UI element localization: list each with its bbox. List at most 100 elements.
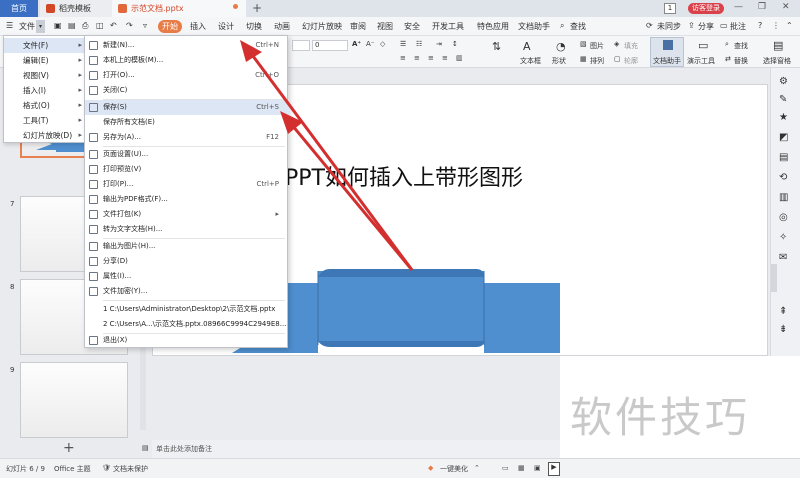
format-icon[interactable]: ✎ xyxy=(779,94,792,107)
menu-new[interactable]: 新建(N)... Ctrl+N xyxy=(85,38,289,53)
menu-item-label: 转为文字文档(H)... xyxy=(103,225,163,233)
menu-item-label: 文件(F) xyxy=(23,41,49,50)
scroll-up-icon[interactable]: ⇞ xyxy=(779,306,792,319)
layout-icon[interactable]: ▤ xyxy=(779,152,792,165)
menu-item-label: 插入(I) xyxy=(23,86,47,95)
sorter-view-icon[interactable]: ▦ xyxy=(518,464,525,472)
menu-save-as[interactable]: 另存为(A)... F12 xyxy=(85,130,289,145)
menu-share[interactable]: 分享(D) xyxy=(85,254,289,269)
menu-package[interactable]: 文件打包(K) ▸ xyxy=(85,207,289,222)
menu-item-label: 输出为图片(H)... xyxy=(103,242,156,250)
protect-icon: 🛡 xyxy=(102,464,111,472)
lock-icon xyxy=(89,287,98,296)
submenu-arrow-icon: ▸ xyxy=(78,71,82,79)
menu-open[interactable]: 打开(O)... Ctrl+O xyxy=(85,68,289,83)
menu-print-preview[interactable]: 打印预览(V) xyxy=(85,162,289,177)
vertical-scrollbar[interactable] xyxy=(771,264,777,292)
menu-export-pdf[interactable]: 输出为PDF格式(F)... xyxy=(85,192,289,207)
submenu-arrow-icon: ▸ xyxy=(275,210,279,218)
text-doc-icon xyxy=(89,225,98,234)
menu-item-slideshow[interactable]: 幻灯片放映(D) ▸ xyxy=(4,128,86,143)
package-icon xyxy=(89,210,98,219)
menu-item-format[interactable]: 格式(O) ▸ xyxy=(4,98,86,113)
menu-item-label: 另存为(A)... xyxy=(103,133,141,141)
menu-item-label: 关闭(C) xyxy=(103,86,128,94)
backup-icon[interactable]: ⟲ xyxy=(779,172,792,185)
menu-item-label: 文件加密(Y)... xyxy=(103,287,148,295)
submenu-arrow-icon: ▸ xyxy=(78,86,82,94)
slide-title-text[interactable]: PPT如何插入上带形图形 xyxy=(285,160,523,192)
feedback-icon[interactable]: ✉ xyxy=(779,252,792,265)
resource-icon[interactable]: ◎ xyxy=(779,212,792,225)
transition-icon[interactable]: ◩ xyxy=(779,132,792,145)
menu-item-tools[interactable]: 工具(T) ▸ xyxy=(4,113,86,128)
menu-local-template[interactable]: 本机上的模板(M)... xyxy=(85,53,289,68)
menu-export-image[interactable]: 输出为图片(H)... xyxy=(85,239,289,254)
shortcut-label: Ctrl+S xyxy=(256,103,279,111)
new-file-icon xyxy=(89,41,98,50)
shortcut-label: Ctrl+N xyxy=(255,41,279,49)
template-icon[interactable]: ▥ xyxy=(779,192,792,205)
menu-item-label: 打印预览(V) xyxy=(103,165,142,173)
properties-icon[interactable]: ⚙ xyxy=(779,76,792,89)
normal-view-icon[interactable]: ▭ xyxy=(502,464,509,472)
menu-encrypt[interactable]: 文件加密(Y)... xyxy=(85,284,289,299)
beautify-button[interactable]: 一键美化 xyxy=(440,464,468,474)
menu-item-file[interactable]: 文件(F) ▸ xyxy=(4,38,86,53)
beautify-chevron-icon[interactable]: ⌃ xyxy=(474,464,480,472)
banner-right-tail xyxy=(484,283,560,353)
menu-item-edit[interactable]: 编辑(E) ▸ xyxy=(4,53,86,68)
status-bar: 幻灯片 6 / 9 Office 主题 🛡 文档未保护 ◆ 一键美化 ⌃ ▭ ▦… xyxy=(0,458,800,478)
menu-item-label: 新建(N)... xyxy=(103,41,135,49)
close-doc-icon xyxy=(89,86,98,95)
notes-icon: ▤ xyxy=(142,444,149,452)
shortcut-label: Ctrl+O xyxy=(255,71,279,79)
banner-top-curl xyxy=(318,269,484,277)
menu-item-label: 1 C:\Users\Administrator\Desktop\2\示范文档.… xyxy=(103,305,276,313)
menu-item-view[interactable]: 视图(V) ▸ xyxy=(4,68,86,83)
properties-icon xyxy=(89,272,98,281)
share-icon xyxy=(89,257,98,266)
template-icon xyxy=(89,56,98,65)
menu-close[interactable]: 关闭(C) xyxy=(85,83,289,98)
print-preview-icon xyxy=(89,165,98,174)
save-icon xyxy=(89,103,98,112)
tools-icon[interactable]: ✧ xyxy=(779,232,792,245)
menu-properties[interactable]: 属性(I)... xyxy=(85,269,289,284)
submenu-arrow-icon: ▸ xyxy=(78,56,82,64)
menu-item-label: 分享(D) xyxy=(103,257,128,265)
menu-to-text-doc[interactable]: 转为文字文档(H)... xyxy=(85,222,289,237)
menu-save-all[interactable]: 保存所有文档(E) xyxy=(85,115,289,130)
pdf-icon xyxy=(89,195,98,204)
notes-placeholder[interactable]: 单击此处添加备注 xyxy=(156,444,212,454)
menu-item-label: 保存(S) xyxy=(103,103,127,111)
slideshow-icon[interactable]: ▶ xyxy=(548,462,560,476)
menu-save[interactable]: 保存(S) Ctrl+S xyxy=(85,100,289,115)
save-as-icon xyxy=(89,133,98,142)
menu-recent-2[interactable]: 2 C:\Users\A...\示范文档.pptx.08966C9994C294… xyxy=(85,317,289,332)
submenu-arrow-icon: ▸ xyxy=(78,131,82,139)
watermark-text: 软件技巧 xyxy=(570,393,751,442)
menu-item-label: 格式(O) xyxy=(23,101,50,110)
shortcut-label: F12 xyxy=(266,133,279,141)
animation-icon[interactable]: ★ xyxy=(779,112,792,125)
notes-bar[interactable]: ▤ 单击此处添加备注 xyxy=(142,440,560,458)
open-folder-icon xyxy=(89,71,98,80)
menu-item-label: 保存所有文档(E) xyxy=(103,118,155,126)
menu-exit[interactable]: 退出(X) xyxy=(85,333,289,348)
menu-item-label: 编辑(E) xyxy=(23,56,49,65)
submenu-arrow-icon: ▸ xyxy=(78,41,82,49)
menu-page-setup[interactable]: 页面设置(U)... xyxy=(85,147,289,162)
theme-name[interactable]: Office 主题 xyxy=(54,464,91,474)
menu-item-insert[interactable]: 插入(I) ▸ xyxy=(4,83,86,98)
image-icon xyxy=(89,242,98,251)
menu-recent-1[interactable]: 1 C:\Users\Administrator\Desktop\2\示范文档.… xyxy=(85,302,289,317)
protect-status[interactable]: 文档未保护 xyxy=(113,464,148,474)
page-setup-icon xyxy=(89,150,98,159)
menu-print[interactable]: 打印(P)... Ctrl+P xyxy=(85,177,289,192)
scroll-down-icon[interactable]: ⇟ xyxy=(779,324,792,337)
reading-view-icon[interactable]: ▣ xyxy=(534,464,541,472)
beautify-icon: ◆ xyxy=(428,464,434,472)
exit-icon xyxy=(89,336,98,345)
menu-item-label: 本机上的模板(M)... xyxy=(103,56,164,64)
